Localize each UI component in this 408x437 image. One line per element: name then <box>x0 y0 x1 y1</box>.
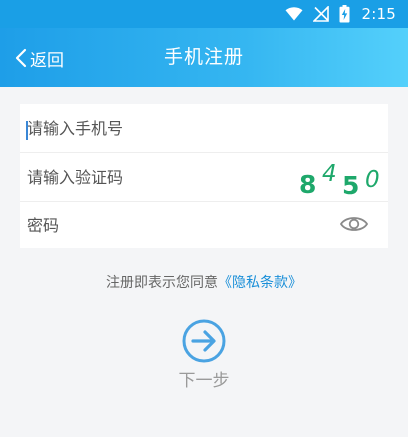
no-signal-icon <box>312 6 329 22</box>
password-visibility-toggle[interactable] <box>336 209 372 239</box>
status-icons: 2:15 <box>285 4 396 24</box>
agreement-notice: 注册即表示您同意《隐私条款》 <box>0 272 408 292</box>
toolbar: 手机注册 返回 <box>0 28 408 87</box>
captcha-image[interactable]: 8 4 5 0 <box>292 153 388 201</box>
next-step-button[interactable]: 下一步 <box>174 318 234 391</box>
privacy-terms-link[interactable]: 《隐私条款》 <box>218 275 302 291</box>
status-time: 2:15 <box>361 5 396 23</box>
captcha-char-4: 0 <box>365 167 380 193</box>
next-step-label: 下一步 <box>178 371 230 391</box>
verification-code-input[interactable] <box>27 153 277 201</box>
back-button[interactable]: 返回 <box>15 43 64 73</box>
text-cursor <box>26 121 28 140</box>
agreement-text: 注册即表示您同意 <box>106 275 218 291</box>
password-row <box>20 202 388 248</box>
verification-code-row: 8 4 5 0 <box>20 153 388 201</box>
captcha-char-3: 5 <box>342 171 359 200</box>
password-input[interactable] <box>27 202 277 248</box>
status-bar: 2:15 <box>0 0 408 28</box>
eye-icon <box>339 217 369 231</box>
phone-input[interactable] <box>27 104 277 152</box>
back-label: 返回 <box>30 50 64 71</box>
wifi-icon <box>285 7 303 21</box>
phone-row <box>20 104 388 152</box>
arrow-right-circle-icon <box>182 319 226 363</box>
captcha-char-1: 8 <box>299 170 316 199</box>
captcha-char-2: 4 <box>322 161 337 187</box>
chevron-left-icon <box>15 48 27 68</box>
registration-form: 8 4 5 0 <box>20 104 388 248</box>
battery-charging-icon <box>339 5 350 23</box>
